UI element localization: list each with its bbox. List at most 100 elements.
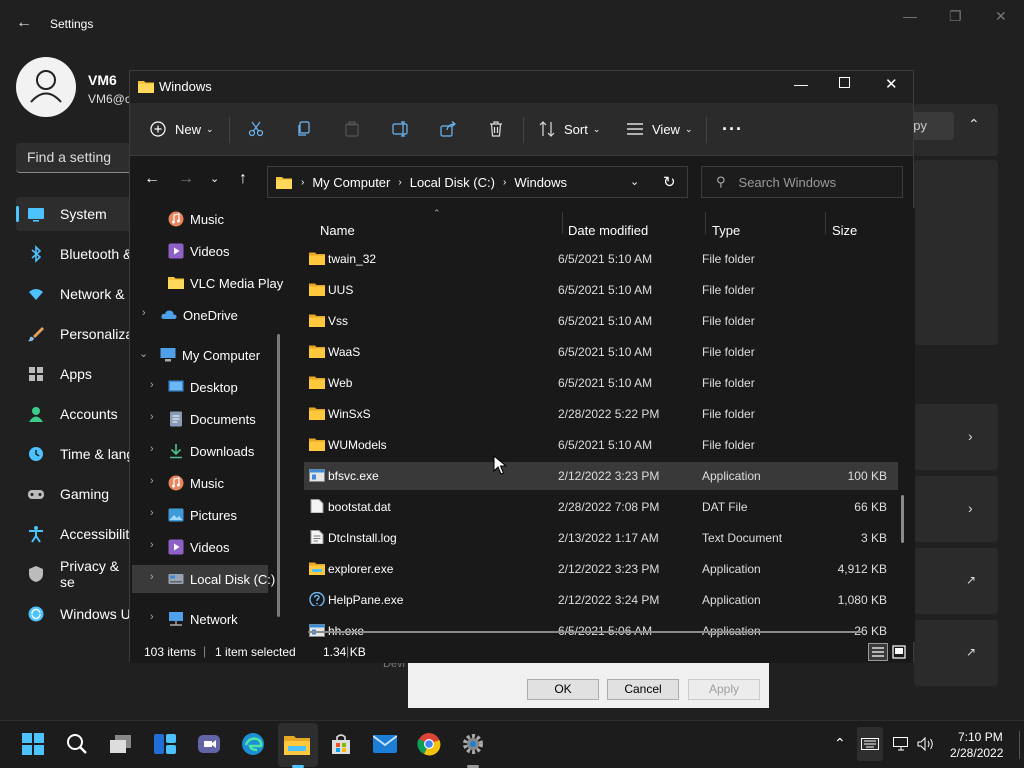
vertical-scrollbar[interactable] [901, 495, 904, 543]
nav-pane-item[interactable]: › Desktop [130, 373, 288, 401]
up-arrow-icon[interactable]: ↑ [239, 170, 247, 188]
new-button[interactable]: New ⌄ [150, 118, 214, 140]
share-button[interactable] [440, 118, 456, 140]
cancel-button[interactable]: Cancel [607, 679, 679, 700]
nav-pane-item[interactable]: › Pictures [130, 501, 288, 529]
address-bar[interactable]: › My Computer › Local Disk (C:) › Window… [267, 166, 688, 198]
settings-nav-item[interactable]: Network & [16, 277, 136, 311]
settings-nav-item[interactable]: Gaming [16, 477, 136, 511]
horizontal-scrollbar[interactable] [308, 631, 863, 633]
maximize-icon[interactable]: ❐ [949, 8, 962, 25]
nav-scrollbar[interactable] [277, 334, 280, 617]
details-view-icon[interactable] [868, 643, 888, 661]
keyboard-icon[interactable] [861, 738, 879, 750]
paste-button[interactable] [344, 118, 360, 140]
task-view-icon[interactable] [108, 731, 134, 757]
column-name[interactable]: Name [320, 223, 355, 238]
copy-button[interactable] [296, 118, 312, 140]
file-row[interactable]: Web 6/5/2021 5:10 AM File folder [304, 369, 898, 397]
chevron-right-icon[interactable]: › [142, 307, 152, 319]
settings-card[interactable] [914, 548, 998, 614]
forward-arrow-icon[interactable]: → [178, 170, 194, 188]
address-dropdown-icon[interactable]: ⌄ [630, 175, 639, 188]
file-row[interactable]: explorer.exe 2/12/2022 3:23 PM Application… [304, 555, 898, 583]
file-row[interactable]: bfsvc.exe 2/12/2022 3:23 PM Application 100… [304, 462, 898, 490]
cut-button[interactable] [248, 118, 264, 140]
minimize-icon[interactable]: — [794, 76, 808, 92]
refresh-icon[interactable]: ↻ [663, 173, 676, 191]
store-icon[interactable] [328, 731, 354, 757]
tiles-view-icon[interactable] [892, 645, 906, 662]
nav-pane-item[interactable]: › Downloads [130, 437, 288, 465]
settings-nav-item[interactable]: Windows U [16, 597, 136, 631]
nav-pane-item[interactable]: › OneDrive [130, 301, 288, 329]
close-icon[interactable]: ✕ [995, 8, 1007, 25]
find-setting-input[interactable]: Find a setting [16, 143, 136, 173]
settings-nav-item[interactable]: Accessibility [16, 517, 136, 551]
nav-pane-item[interactable]: › Network [130, 605, 288, 633]
search-input[interactable]: ⚲ Search Windows [701, 166, 903, 198]
chevron-right-icon[interactable]: › [150, 475, 160, 487]
nav-pane-item[interactable]: › Videos [130, 533, 288, 561]
sort-button[interactable]: Sort ⌄ [539, 118, 600, 140]
breadcrumb-item[interactable]: Local Disk (C:) [410, 175, 495, 190]
chevron-right-icon[interactable]: › [150, 507, 160, 519]
show-desktop-button[interactable] [1019, 731, 1020, 759]
settings-nav-item[interactable]: Bluetooth & [16, 237, 136, 271]
nav-pane-item[interactable]: › Documents [130, 405, 288, 433]
settings-card[interactable] [914, 620, 998, 686]
column-date[interactable]: Date modified [568, 223, 648, 238]
edge-icon[interactable] [240, 731, 266, 757]
title-bar[interactable]: Windows — ✕ [130, 71, 913, 103]
chevron-right-icon[interactable]: › [150, 379, 160, 391]
settings-nav-item[interactable]: Personaliza [16, 317, 136, 351]
search-icon[interactable] [64, 731, 90, 757]
nav-pane-item[interactable]: ⌄ My Computer [130, 341, 288, 369]
rename-button[interactable] [392, 118, 410, 140]
chevron-down-icon[interactable]: ⌄ [139, 347, 149, 360]
recent-locations-icon[interactable]: ⌄ [210, 172, 219, 185]
settings-nav-item[interactable]: Time & lang [16, 437, 136, 471]
file-row[interactable]: WaaS 6/5/2021 5:10 AM File folder [304, 338, 898, 366]
show-hidden-icons-icon[interactable]: ⌃ [834, 735, 846, 752]
column-size[interactable]: Size [832, 223, 857, 238]
chevron-right-icon[interactable]: › [150, 571, 160, 583]
file-row[interactable]: bootstat.dat 2/28/2022 7:08 PM DAT File 66 … [304, 493, 898, 521]
file-explorer-icon[interactable] [284, 731, 310, 757]
chrome-icon[interactable] [416, 731, 442, 757]
settings-card[interactable] [914, 404, 998, 470]
view-button[interactable]: View ⌄ [627, 118, 693, 140]
network-icon[interactable] [893, 737, 911, 751]
column-type[interactable]: Type [712, 223, 740, 238]
breadcrumb-item[interactable]: Windows [514, 175, 567, 190]
clock-time[interactable]: 7:10 PM [958, 730, 1003, 744]
settings-nav-item[interactable]: System [16, 197, 136, 231]
chevron-right-icon[interactable]: › [150, 443, 160, 455]
ok-button[interactable]: OK [527, 679, 599, 700]
nav-pane-item[interactable]: Videos [130, 237, 288, 265]
back-arrow-icon[interactable]: ← [144, 170, 160, 188]
chevron-right-icon[interactable]: › [150, 411, 160, 423]
settings-icon[interactable] [460, 731, 486, 757]
mail-icon[interactable] [372, 731, 398, 757]
file-row[interactable]: Vss 6/5/2021 5:10 AM File folder [304, 307, 898, 335]
clock-date[interactable]: 2/28/2022 [950, 746, 1003, 760]
chevron-up-icon[interactable]: ⌃ [968, 116, 980, 133]
settings-nav-item[interactable]: Apps [16, 357, 136, 391]
widgets-icon[interactable] [152, 731, 178, 757]
maximize-icon[interactable] [839, 77, 850, 88]
close-icon[interactable]: ✕ [885, 75, 898, 93]
nav-pane-item[interactable]: Music [130, 208, 288, 233]
file-row[interactable]: twain_32 6/5/2021 5:10 AM File folder [304, 245, 898, 273]
file-row[interactable]: WUModels 6/5/2021 5:10 AM File folder [304, 431, 898, 459]
chevron-right-icon[interactable]: › [150, 539, 160, 551]
more-options-icon[interactable]: ··· [722, 118, 743, 140]
start-icon[interactable] [20, 731, 46, 757]
chevron-right-icon[interactable]: › [150, 611, 160, 623]
settings-nav-item[interactable]: Privacy & se [16, 557, 136, 591]
minimize-icon[interactable]: — [903, 8, 917, 24]
delete-button[interactable] [488, 118, 504, 140]
volume-icon[interactable] [917, 737, 935, 751]
back-icon[interactable]: ← [16, 14, 32, 32]
file-row[interactable]: hh.exe6/5/2021 5:06 AMApplication26 KB [304, 617, 898, 642]
